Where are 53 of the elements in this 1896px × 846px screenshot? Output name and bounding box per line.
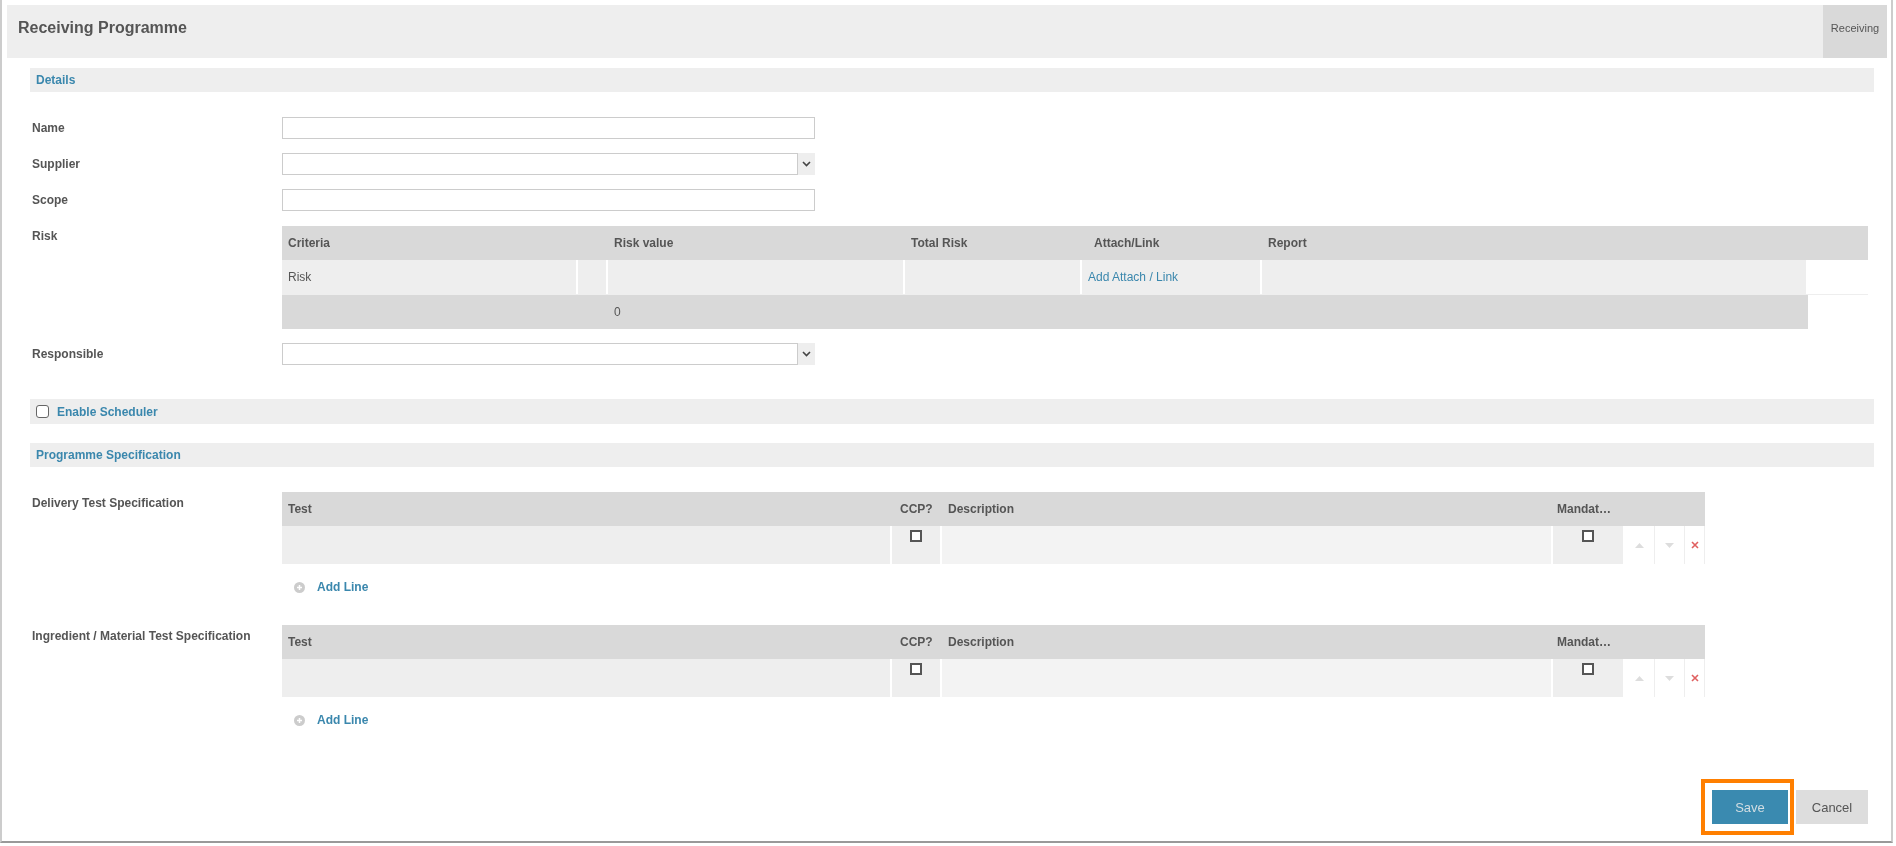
add-line-link[interactable]: Add Line: [317, 580, 369, 594]
column-header: Criteria: [287, 236, 332, 250]
checkbox-label[interactable]: Enable Scheduler: [57, 404, 158, 419]
add-line-link[interactable]: Add Line: [317, 713, 369, 727]
text-field[interactable]: [282, 189, 815, 211]
section-title: Details: [36, 73, 76, 87]
column-header: Mandat…: [1556, 502, 1612, 516]
checkbox[interactable]: [910, 530, 922, 542]
dropdown-field[interactable]: [282, 343, 815, 365]
table-cell[interactable]: [942, 659, 1553, 697]
field-label: Responsible: [31, 346, 105, 363]
delete-icon[interactable]: [1690, 674, 1699, 682]
column-header: CCP?: [899, 635, 934, 649]
move-down-icon[interactable]: [1665, 675, 1674, 681]
table-cell[interactable]: [282, 526, 892, 564]
column-header: Test: [287, 502, 313, 516]
column-header: Report: [1267, 236, 1308, 250]
field-label: Risk: [31, 228, 59, 245]
cancel-button[interactable]: Cancel: [1796, 790, 1868, 824]
move-down-icon[interactable]: [1665, 542, 1674, 548]
checkbox[interactable]: [910, 663, 922, 675]
column-header: CCP?: [899, 502, 934, 516]
field-label: Scope: [31, 192, 69, 209]
move-up-icon[interactable]: [1635, 675, 1644, 681]
plus-circle-icon: [294, 581, 305, 593]
column-header: Description: [947, 502, 1015, 516]
checkbox[interactable]: [1582, 530, 1594, 542]
column-header: Risk value: [613, 236, 675, 250]
table-cell[interactable]: [942, 526, 1553, 564]
text-field[interactable]: [282, 117, 815, 139]
page-title: Receiving Programme: [17, 18, 187, 38]
table-cell: Risk: [282, 260, 578, 294]
table-cell[interactable]: [282, 659, 892, 697]
field-label: Delivery Test Specification: [31, 495, 185, 512]
column-header: Test: [287, 635, 313, 649]
field-label: Supplier: [31, 156, 81, 173]
checkbox[interactable]: [36, 405, 49, 418]
column-header: Attach/Link: [1093, 236, 1161, 250]
total-value: 0: [613, 305, 622, 319]
plus-circle-icon: [294, 714, 305, 726]
chevron-down-icon: [802, 351, 811, 357]
field-label: Name: [31, 120, 66, 137]
field-label: Ingredient / Material Test Specification: [31, 628, 252, 645]
checkbox[interactable]: [1582, 663, 1594, 675]
section-title: Programme Specification: [36, 448, 181, 462]
column-header: Description: [947, 635, 1015, 649]
delete-icon[interactable]: [1690, 541, 1699, 549]
move-up-icon[interactable]: [1635, 542, 1644, 548]
column-header: Total Risk: [910, 236, 969, 250]
dropdown-field[interactable]: [282, 153, 815, 175]
column-header: Mandat…: [1556, 635, 1612, 649]
header-tab[interactable]: Receiving: [1823, 5, 1887, 58]
chevron-down-icon: [802, 161, 811, 167]
